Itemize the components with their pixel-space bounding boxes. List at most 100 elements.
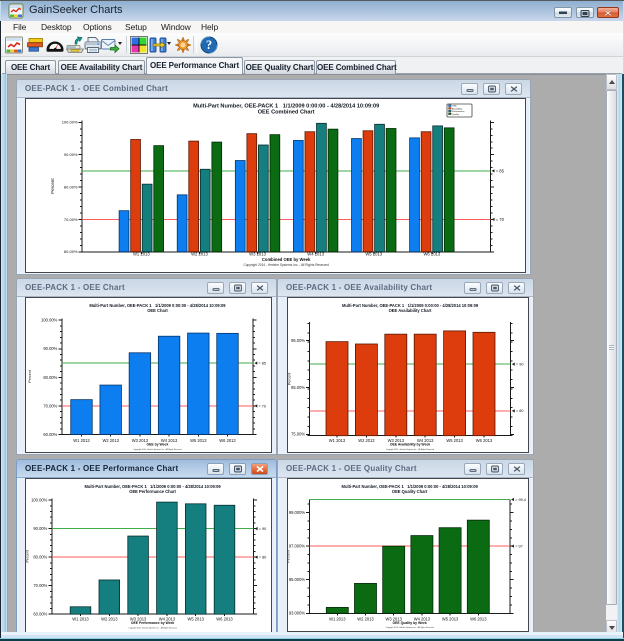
close-icon	[513, 466, 520, 472]
menu-setup[interactable]: Setup	[125, 22, 147, 33]
svg-text:Multi-Part Number, OEE-PACK 1: Multi-Part Number, OEE-PACK 1 1/1/2009 0…	[84, 484, 221, 489]
chart-canvas-performance: Multi-Part Number, OEE-PACK 1 1/1/2009 0…	[25, 478, 272, 634]
mdi-vertical-scrollbar[interactable]	[606, 74, 617, 636]
minimize-icon	[469, 285, 476, 291]
tab-oee-chart[interactable]: OEE Chart	[5, 60, 56, 74]
child-window-title: OEE-PACK 1 - OEE Chart	[25, 283, 125, 292]
scanner-icon	[65, 35, 85, 55]
svg-text:95.000%: 95.000%	[289, 577, 306, 582]
svg-text:W2 2013: W2 2013	[103, 438, 120, 443]
svg-text:95.00%: 95.00%	[291, 338, 305, 343]
svg-text:Percent: Percent	[26, 550, 30, 562]
chart-canvas-oee: Multi-Part Number, OEE-PACK 1 1/1/2009 0…	[25, 297, 272, 453]
tile-windows-dropdown-arrow[interactable]	[167, 42, 171, 45]
menu-options[interactable]: Options	[83, 22, 112, 33]
svg-text:Percent: Percent	[288, 550, 291, 562]
child-minimize-button[interactable]	[464, 463, 481, 475]
toolbar-gauge-button[interactable]	[45, 35, 65, 55]
toolbar-settings-button[interactable]	[173, 35, 193, 55]
child-maximize-button[interactable]	[486, 282, 503, 294]
svg-text:= 70: = 70	[496, 217, 505, 222]
tab-oee-combined-chart[interactable]: OEE Combined Chart	[316, 60, 396, 74]
toolbar-help-button[interactable]: ?	[199, 35, 219, 55]
svg-text:OEE Availability by Week: OEE Availability by Week	[390, 443, 431, 447]
svg-text:Multi-Part Number, OEE-PACK 1: Multi-Part Number, OEE-PACK 1 1/1/2009 0…	[342, 303, 479, 308]
child-close-button[interactable]	[251, 282, 268, 294]
child-maximize-button[interactable]	[229, 282, 246, 294]
svg-text:70.00%: 70.00%	[64, 217, 78, 222]
send-mail-icon	[100, 35, 120, 55]
window-minimize-button[interactable]	[554, 7, 572, 18]
child-minimize-button[interactable]	[207, 282, 224, 294]
minimize-icon	[466, 86, 473, 92]
child-minimize-button[interactable]	[207, 463, 224, 475]
svg-text:Performance: Performance	[452, 110, 465, 113]
svg-text:W6 2013: W6 2013	[470, 616, 487, 621]
child-title-bar[interactable]: OEE-PACK 1 - OEE Chart	[17, 279, 276, 297]
child-window-performance[interactable]: OEE-PACK 1 - OEE Performance Chart Multi…	[16, 459, 277, 635]
child-title-bar[interactable]: OEE-PACK 1 - OEE Quality Chart	[278, 460, 533, 478]
child-title-bar[interactable]: OEE-PACK 1 - OEE Availability Chart	[278, 279, 533, 297]
svg-text:W3 2013: W3 2013	[249, 252, 266, 257]
child-window-quality[interactable]: OEE-PACK 1 - OEE Quality Chart Multi-Par…	[277, 459, 534, 635]
svg-text:W1 2013: W1 2013	[329, 616, 346, 621]
child-maximize-button[interactable]	[483, 83, 500, 95]
tab-oee-performance-chart[interactable]: OEE Performance Chart	[146, 57, 243, 74]
svg-text:Percent: Percent	[28, 370, 32, 382]
menu-desktop[interactable]: Desktop	[41, 22, 71, 33]
svg-text:= 90: = 90	[516, 362, 524, 366]
scrollbar-thumb[interactable]	[606, 90, 617, 605]
child-title-bar[interactable]: OEE-PACK 1 - OEE Combined Chart	[17, 80, 530, 98]
child-window-combined[interactable]: OEE-PACK 1 - OEE Combined Chart Multi-Pa…	[16, 79, 531, 275]
menu-help[interactable]: Help	[201, 22, 218, 33]
svg-text:= 85: = 85	[259, 361, 267, 365]
svg-text:OEE: OEE	[452, 106, 457, 108]
tab-oee-availability-chart[interactable]: OEE Availability Chart	[58, 60, 145, 74]
svg-text:93.000%: 93.000%	[289, 611, 306, 616]
child-maximize-button[interactable]	[486, 463, 503, 475]
toolbar-tile-windows-button[interactable]	[148, 35, 168, 55]
toolbar-color-grid-button[interactable]	[129, 35, 149, 55]
window-restore-button[interactable]	[576, 7, 594, 18]
toolbar-bar-chart-button[interactable]	[26, 35, 46, 55]
svg-text:100.00%: 100.00%	[62, 120, 78, 125]
child-title-bar[interactable]: OEE-PACK 1 - OEE Performance Chart	[17, 460, 276, 478]
scrollbar-up-button[interactable]	[606, 74, 617, 90]
title-bar[interactable]: GainSeeker Charts	[1, 1, 623, 21]
chart-tab-strip: OEE Chart OEE Availability Chart OEE Per…	[1, 57, 623, 74]
child-close-button[interactable]	[508, 282, 525, 294]
svg-text:Quality: Quality	[452, 113, 460, 116]
child-maximize-button[interactable]	[229, 463, 246, 475]
tile-windows-icon	[148, 35, 168, 55]
window-close-button[interactable]	[597, 7, 619, 18]
child-window-availability[interactable]: OEE-PACK 1 - OEE Availability Chart Mult…	[277, 278, 534, 455]
maximize-icon	[491, 284, 499, 291]
svg-text:Multi-Part Number, OEE-PACK 1: Multi-Part Number, OEE-PACK 1 1/1/2009 0…	[342, 484, 479, 489]
bar-chart-icon	[26, 35, 46, 55]
toolbar-scanner-button[interactable]	[65, 35, 85, 55]
child-close-button[interactable]	[508, 463, 525, 475]
close-icon	[513, 285, 520, 291]
child-minimize-button[interactable]	[461, 83, 478, 95]
svg-text:W1 2013: W1 2013	[329, 438, 346, 443]
child-minimize-button[interactable]	[464, 282, 481, 294]
svg-text:Combined OEE by Week: Combined OEE by Week	[262, 257, 311, 262]
menu-bar: File Desktop Options Setup Window Help	[1, 21, 623, 33]
svg-text:OEE Combined Chart: OEE Combined Chart	[258, 110, 315, 116]
svg-text:80.00%: 80.00%	[64, 184, 78, 189]
svg-text:= 90: = 90	[259, 527, 267, 531]
tab-oee-quality-chart[interactable]: OEE Quality Chart	[244, 60, 315, 74]
toolbar-send-mail-button[interactable]	[100, 35, 120, 55]
svg-text:Percent: Percent	[50, 178, 55, 194]
toolbar-chart-window-button[interactable]	[4, 35, 24, 55]
child-close-button[interactable]	[505, 83, 522, 95]
svg-text:60.00%: 60.00%	[33, 612, 47, 617]
send-mail-dropdown-arrow[interactable]	[118, 42, 122, 45]
svg-text:W1 2013: W1 2013	[133, 252, 150, 257]
child-window-oee[interactable]: OEE-PACK 1 - OEE Chart Multi-Part Number…	[16, 278, 277, 455]
svg-text:OEE Chart: OEE Chart	[147, 308, 168, 313]
menu-file[interactable]: File	[13, 22, 26, 33]
svg-text:Copyright 2014 - Hertzler Syst: Copyright 2014 - Hertzler Systems Inc. -…	[386, 448, 434, 451]
child-close-button[interactable]	[251, 463, 268, 475]
menu-window[interactable]: Window	[161, 22, 191, 33]
